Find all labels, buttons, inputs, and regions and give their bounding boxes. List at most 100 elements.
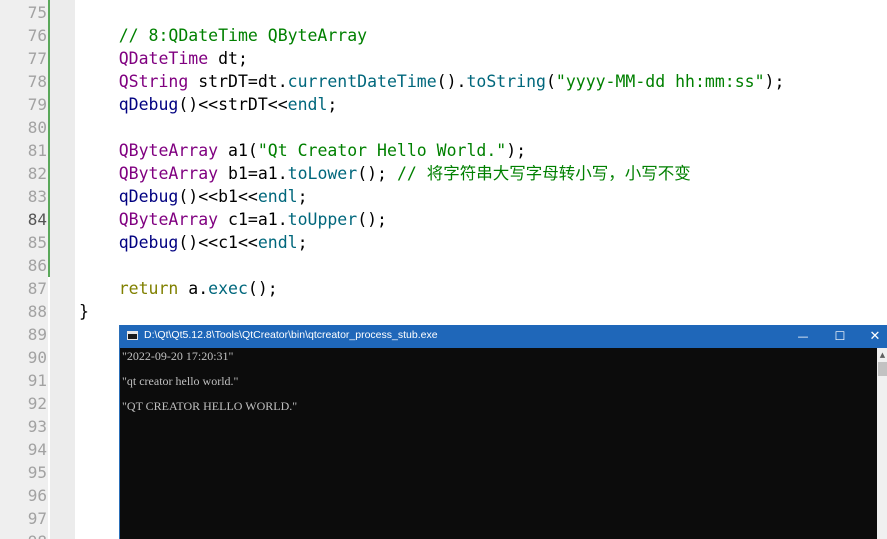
line-number: 84	[27, 210, 47, 229]
code-line[interactable]: QByteArray b1=a1.toLower(); // 将字符串大写字母转…	[79, 162, 691, 185]
scrollbar-thumb[interactable]	[878, 362, 887, 376]
line-number: 78	[27, 72, 47, 91]
qt-creator-editor-screen: 75 76 77 78 79 80 81 82 83 84 85 86 87 88 89 90 91 92 93 94…	[0, 0, 887, 539]
code-line[interactable]: QDateTime dt;	[79, 47, 248, 70]
code-token-plain: b1=a1.	[218, 164, 288, 183]
line-number: 93	[27, 417, 47, 436]
line-number: 96	[27, 486, 47, 505]
line-number: 88	[27, 302, 47, 321]
code-line[interactable]: QByteArray a1("Qt Creator Hello World.")…	[79, 139, 526, 162]
minimize-button[interactable]: —	[784, 325, 822, 348]
code-line[interactable]: }	[79, 300, 89, 323]
code-token-func: toUpper	[287, 210, 358, 229]
line-number: 95	[27, 463, 47, 482]
code-token-plain: (	[545, 72, 556, 91]
line-number: 89	[27, 325, 47, 344]
code-token-plain: ;	[327, 95, 338, 114]
code-token-comment: // 将字符串大写字母转小写，小写不变	[396, 164, 691, 183]
line-number: 80	[27, 118, 47, 137]
code-token-macro: qDebug	[118, 233, 179, 252]
code-token-str: "yyyy-MM-dd hh:mm:ss"	[555, 72, 765, 91]
code-token-plain: ().	[436, 72, 467, 91]
code-token-func: exec	[208, 279, 248, 298]
code-token-kw: return	[118, 279, 179, 298]
code-token-func: endl	[257, 187, 298, 206]
line-number: 75	[27, 3, 47, 22]
code-token-comment: // 8:QDateTime QByteArray	[118, 26, 368, 45]
code-token-plain: ()<<b1<<	[178, 187, 258, 206]
code-token-plain: ()<<strDT<<	[178, 95, 288, 114]
line-number-gutter: 75 76 77 78 79 80 81 82 83 84 85 86 87 88 89 90 91 92 93 94…	[0, 0, 48, 539]
console-window[interactable]: D:\Qt\Qt5.12.8\Tools\QtCreator\bin\qtcre…	[119, 325, 887, 539]
console-title-bar[interactable]: D:\Qt\Qt5.12.8\Tools\QtCreator\bin\qtcre…	[120, 325, 887, 348]
code-token-func: toLower	[287, 164, 358, 183]
code-line[interactable]: QString strDT=dt.currentDateTime().toStr…	[79, 70, 785, 93]
code-token-type: QByteArray	[118, 141, 219, 160]
code-token-plain: }	[79, 302, 89, 321]
console-output-line: "qt creator hello world."	[122, 374, 239, 388]
code-token-type: QDateTime	[118, 49, 209, 68]
code-token-str: "Qt Creator Hello World."	[257, 141, 507, 160]
scroll-up-arrow-icon[interactable]: ▲	[877, 350, 887, 360]
code-line[interactable]: qDebug()<<c1<<endl;	[79, 231, 308, 254]
close-button[interactable]: ✕	[856, 325, 887, 348]
line-number: 82	[27, 164, 47, 183]
code-token-plain: );	[506, 141, 527, 160]
console-output-line: "2022-09-20 17:20:31"	[122, 349, 234, 363]
line-number: 77	[27, 49, 47, 68]
code-line[interactable]: // 8:QDateTime QByteArray	[79, 24, 367, 47]
line-number: 85	[27, 233, 47, 252]
code-token-plain: ();	[247, 279, 278, 298]
code-token-plain: ()<<c1<<	[178, 233, 258, 252]
code-line[interactable]: QByteArray c1=a1.toUpper();	[79, 208, 387, 231]
code-token-plain: a1(	[218, 141, 258, 160]
code-token-func: currentDateTime	[287, 72, 437, 91]
line-number: 91	[27, 371, 47, 390]
console-app-icon	[127, 331, 138, 340]
code-token-macro: qDebug	[118, 187, 179, 206]
console-output-area[interactable]: "2022-09-20 17:20:31" "qt creator hello …	[120, 348, 877, 539]
code-token-plain: ;	[297, 187, 308, 206]
console-window-title: D:\Qt\Qt5.12.8\Tools\QtCreator\bin\qtcre…	[144, 329, 438, 341]
code-token-type: QByteArray	[118, 164, 219, 183]
code-token-plain: ();	[357, 210, 387, 229]
line-number: 87	[27, 279, 47, 298]
code-token-macro: qDebug	[118, 95, 179, 114]
console-output-line: "QT CREATOR HELLO WORLD."	[122, 399, 298, 413]
code-line[interactable]: return a.exec();	[79, 277, 278, 300]
line-number: 97	[27, 509, 47, 528]
line-number: 90	[27, 348, 47, 367]
line-number: 81	[27, 141, 47, 160]
code-line[interactable]: qDebug()<<strDT<<endl;	[79, 93, 338, 116]
line-number: 83	[27, 187, 47, 206]
maximize-button[interactable]: ☐	[821, 325, 859, 348]
code-line[interactable]: qDebug()<<b1<<endl;	[79, 185, 308, 208]
code-token-type: QString	[118, 72, 189, 91]
code-token-plain: a.	[178, 279, 209, 298]
code-token-plain: strDT=dt.	[188, 72, 288, 91]
line-number: 86	[27, 256, 47, 275]
code-token-plain: );	[764, 72, 785, 91]
line-number: 79	[27, 95, 47, 114]
code-token-type: QByteArray	[118, 210, 219, 229]
code-token-func: toString	[466, 72, 546, 91]
line-number: 94	[27, 440, 47, 459]
code-token-plain: c1=a1.	[218, 210, 288, 229]
code-token-plain: dt;	[208, 49, 248, 68]
code-token-plain: ();	[357, 164, 397, 183]
line-number: 92	[27, 394, 47, 413]
code-token-func: endl	[287, 95, 328, 114]
line-number: 98	[3, 530, 47, 539]
fold-margin	[50, 0, 75, 539]
console-scrollbar[interactable]: ▲	[877, 348, 887, 539]
